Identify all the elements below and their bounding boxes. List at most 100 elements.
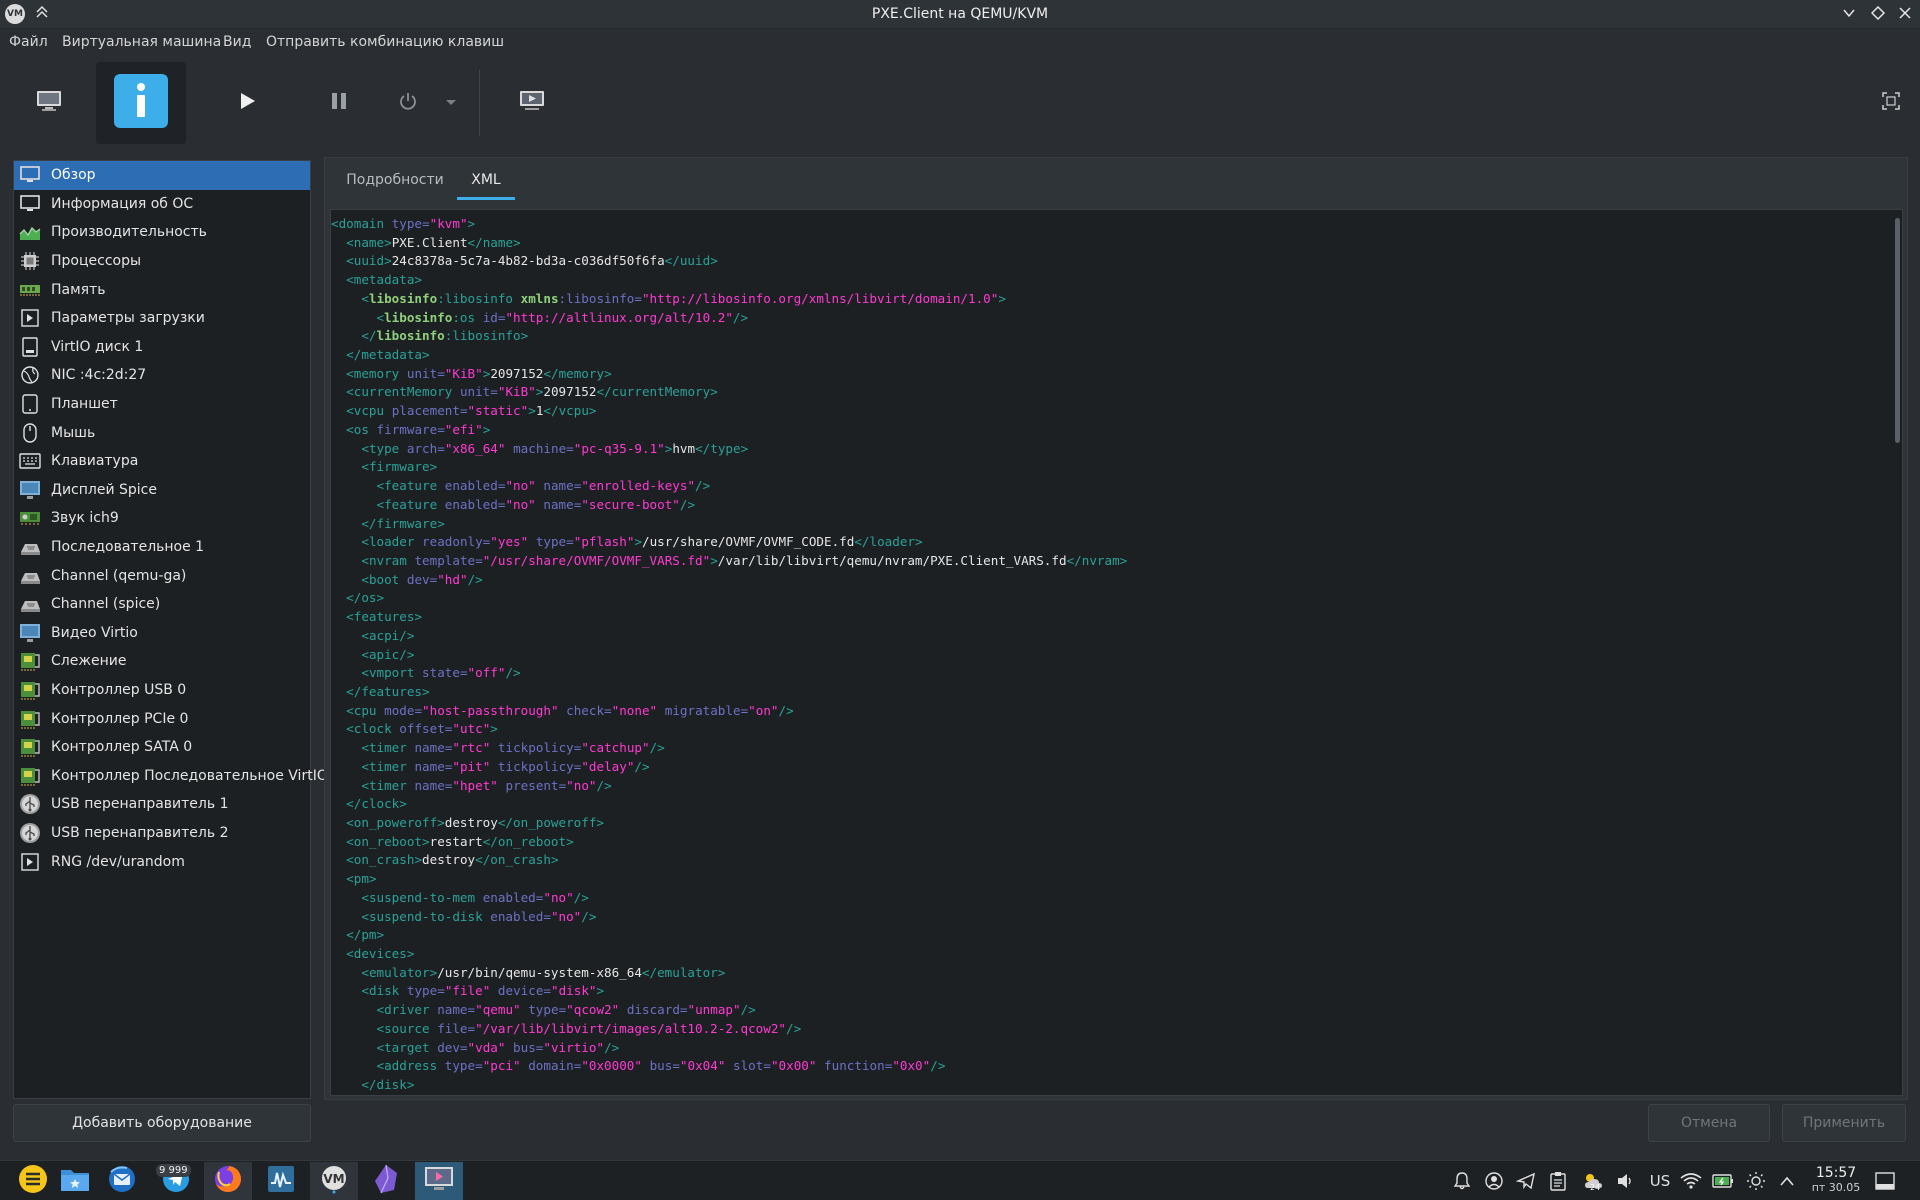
xml-line: <emulator>/usr/bin/qemu-system-x86_64</e… — [361, 964, 726, 980]
xml-line: </disk> — [361, 1077, 415, 1093]
updates-icon[interactable] — [1483, 1170, 1505, 1192]
sidebar-item-usb-redirector-1[interactable]: USB перенаправитель 1 — [14, 790, 310, 819]
xml-lines: <domain type="kvm"> <name>PXE.Client</na… — [331, 215, 1127, 1095]
memory-icon — [19, 279, 41, 301]
taskbar-telegram[interactable]: 9 999 — [152, 1162, 200, 1200]
shutdown-menu-button[interactable] — [440, 62, 462, 144]
sidebar-item-sata-controller[interactable]: Контроллер SATA 0 — [14, 733, 310, 762]
sidebar-item-cpu[interactable]: Процессоры — [14, 247, 310, 276]
xml-line: </libosinfo:libosinfo> — [361, 328, 529, 344]
xml-line: <on_reboot>restart</on_reboot> — [346, 833, 574, 849]
taskbar-obsidian[interactable] — [362, 1162, 410, 1200]
show-desktop-icon[interactable] — [1874, 1170, 1896, 1192]
sidebar-item-watchdog[interactable]: Слежение — [14, 647, 310, 676]
sidebar-item-channel-spice[interactable]: Channel (spice) — [14, 590, 310, 619]
maximize-button[interactable] — [1867, 4, 1889, 26]
fullscreen-icon — [1881, 91, 1901, 115]
details-button[interactable] — [96, 62, 186, 144]
sidebar-item-tablet[interactable]: Планшет — [14, 390, 310, 419]
menu-view[interactable]: Вид — [223, 34, 251, 50]
sidebar-item-video-virtio[interactable]: Видео Virtio — [14, 619, 310, 648]
toolbar-separator — [479, 70, 480, 136]
sidebar-item-virtio-serial-controller[interactable]: Контроллер Последовательное VirtIO 0 — [14, 761, 341, 790]
sidebar-item-serial[interactable]: Последовательное 1 — [14, 533, 310, 562]
console-button[interactable] — [24, 62, 74, 144]
boot-icon — [19, 307, 41, 329]
keyboard-layout-indicator[interactable]: US — [1647, 1170, 1673, 1192]
usb-redirect-icon — [19, 793, 41, 815]
pause-button[interactable] — [314, 62, 364, 144]
controller-card-icon — [19, 736, 41, 758]
sidebar-item-channel-qemu-ga[interactable]: Channel (qemu-ga) — [14, 561, 310, 590]
tablet-icon — [19, 393, 41, 415]
volume-icon[interactable] — [1614, 1170, 1636, 1192]
sidebar-item-label: Клавиатура — [51, 453, 139, 470]
taskbar-activity-monitor[interactable] — [257, 1162, 305, 1200]
sidebar-item-boot[interactable]: Параметры загрузки — [14, 304, 310, 333]
scrollbar-thumb[interactable] — [1895, 218, 1900, 443]
display-icon — [19, 479, 41, 501]
minimize-button[interactable] — [1838, 4, 1860, 26]
add-hardware-button[interactable]: Добавить оборудование — [13, 1104, 311, 1142]
xml-line: <on_crash>destroy</on_crash> — [346, 852, 559, 868]
app-menu-icon — [18, 1164, 48, 1198]
performance-graph-icon — [19, 221, 41, 243]
pause-icon — [329, 91, 349, 115]
sidebar-item-label: USB перенаправитель 1 — [51, 796, 229, 813]
sidebar-item-display-spice[interactable]: Дисплей Spice — [14, 476, 310, 505]
sidebar-item-mouse[interactable]: Мышь — [14, 418, 310, 447]
sidebar-item-label: NIC :4c:2d:27 — [51, 367, 147, 384]
sidebar-item-os-info[interactable]: Информация об ОС — [14, 190, 310, 219]
taskbar-virt-manager[interactable]: VM — [310, 1162, 358, 1200]
sidebar-item-label: Информация об ОС — [51, 195, 194, 212]
menu-virtual-machine[interactable]: Виртуальная машина — [62, 34, 221, 50]
sidebar-item-usb-redirector-2[interactable]: USB перенаправитель 2 — [14, 819, 310, 848]
weather-icon[interactable]: 24 — [1582, 1170, 1604, 1192]
xml-line: <timer name="rtc" tickpolicy="catchup"/> — [361, 740, 665, 756]
tray-expand-icon[interactable] — [1776, 1170, 1798, 1192]
tab-details[interactable]: Подробности — [339, 158, 451, 202]
telegram-tray-icon[interactable] — [1515, 1170, 1537, 1192]
taskbar-vm-viewer[interactable] — [415, 1162, 463, 1200]
monitor-icon — [35, 89, 63, 117]
battery-icon[interactable] — [1712, 1170, 1734, 1192]
sidebar-item-overview[interactable]: Обзор — [14, 161, 310, 190]
taskbar-firefox[interactable] — [204, 1162, 252, 1200]
hardware-list: Обзор Информация об ОС Производительност… — [13, 160, 341, 1099]
xml-line: <name>PXE.Client</name> — [346, 234, 521, 250]
sidebar-item-nic[interactable]: NIC :4c:2d:27 — [14, 361, 310, 390]
sidebar-item-rng[interactable]: RNG /dev/urandom — [14, 847, 310, 876]
sidebar-item-sound[interactable]: Звук ich9 — [14, 504, 310, 533]
xml-line: </metadata> — [346, 347, 430, 363]
wifi-icon[interactable] — [1680, 1170, 1702, 1192]
close-button[interactable] — [1894, 4, 1916, 26]
brightness-icon[interactable] — [1745, 1170, 1767, 1192]
clipboard-icon[interactable] — [1547, 1170, 1569, 1192]
cancel-button[interactable]: Отмена — [1648, 1104, 1770, 1142]
sidebar-item-virtio-disk[interactable]: VirtIO диск 1 — [14, 333, 310, 362]
clock-date: пт 30.05 — [1811, 1181, 1861, 1194]
menu-file[interactable]: Файл — [9, 34, 48, 50]
fullscreen-button[interactable] — [1876, 62, 1906, 144]
sidebar-item-memory[interactable]: Память — [14, 275, 310, 304]
taskbar-thunderbird[interactable] — [98, 1162, 146, 1200]
usb-redirect-icon — [19, 822, 41, 844]
taskbar-file-manager[interactable] — [51, 1162, 99, 1200]
svg-text:VM: VM — [323, 1172, 344, 1186]
firefox-icon — [213, 1164, 243, 1198]
sidebar-item-label: Обзор — [51, 167, 96, 184]
snapshots-button[interactable] — [507, 62, 557, 144]
menu-send-key[interactable]: Отправить комбинацию клавиш — [266, 34, 504, 50]
app-menu-button[interactable] — [9, 1162, 57, 1200]
tab-xml[interactable]: XML — [457, 158, 515, 202]
run-button[interactable] — [222, 62, 272, 144]
clock[interactable]: 15:57 пт 30.05 — [1804, 1165, 1868, 1195]
apply-button[interactable]: Применить — [1782, 1104, 1906, 1142]
notifications-icon[interactable] — [1451, 1170, 1473, 1192]
sidebar-item-usb-controller[interactable]: Контроллер USB 0 — [14, 676, 310, 705]
shutdown-button[interactable] — [394, 62, 422, 144]
sidebar-item-performance[interactable]: Производительность — [14, 218, 310, 247]
sidebar-item-pcie-controller[interactable]: Контроллер PCIe 0 — [14, 704, 310, 733]
sidebar-item-keyboard[interactable]: Клавиатура — [14, 447, 310, 476]
xml-editor[interactable]: <domain type="kvm"> <name>PXE.Client</na… — [330, 209, 1903, 1096]
